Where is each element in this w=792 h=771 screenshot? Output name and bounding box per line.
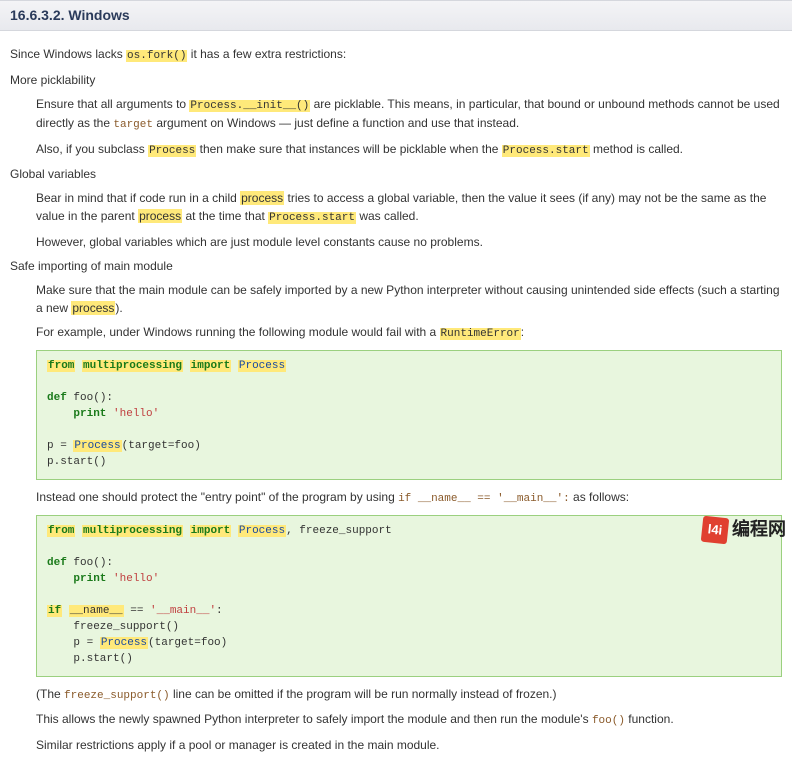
watermark-text: 编程网 bbox=[732, 516, 786, 543]
safe-p6: Similar restrictions apply if a pool or … bbox=[36, 736, 782, 754]
code-example-1: from multiprocessing import Process def … bbox=[36, 350, 782, 480]
code-process-init: Process.__init__() bbox=[189, 100, 310, 112]
code-process: Process bbox=[148, 145, 196, 157]
watermark: l4i 编程网 bbox=[702, 516, 786, 543]
code-runtimeerror: RuntimeError bbox=[440, 328, 521, 340]
intro-paragraph: Since Windows lacks os.fork() it has a f… bbox=[10, 45, 782, 65]
code-freeze-support: freeze_support() bbox=[64, 690, 170, 702]
code-os-fork: os.fork() bbox=[126, 50, 187, 62]
code-target: target bbox=[113, 119, 153, 131]
globals-p2: However, global variables which are just… bbox=[36, 233, 782, 251]
safe-p5: This allows the newly spawned Python int… bbox=[36, 710, 782, 730]
watermark-badge-icon: l4i bbox=[701, 515, 730, 544]
code-ifmain: if __name__ == '__main__': bbox=[398, 493, 570, 505]
picklability-p1: Ensure that all arguments to Process.__i… bbox=[36, 95, 782, 134]
code-process-start: Process.start bbox=[268, 212, 356, 224]
hl-process: process bbox=[138, 209, 182, 223]
hl-process: process bbox=[240, 191, 284, 205]
heading-picklability: More picklability bbox=[10, 71, 782, 89]
picklability-p2: Also, if you subclass Process then make … bbox=[36, 140, 782, 160]
doc-content: Since Windows lacks os.fork() it has a f… bbox=[0, 31, 792, 771]
heading-safe-import: Safe importing of main module bbox=[10, 257, 782, 275]
heading-globals: Global variables bbox=[10, 165, 782, 183]
section-title: 16.6.3.2. Windows bbox=[10, 5, 782, 26]
safe-p3: Instead one should protect the "entry po… bbox=[36, 488, 782, 508]
hl-process: process bbox=[71, 301, 115, 315]
code-example-2: from multiprocessing import Process, fre… bbox=[36, 515, 782, 676]
safe-p4: (The freeze_support() line can be omitte… bbox=[36, 685, 782, 705]
code-foo: foo() bbox=[592, 715, 625, 727]
safe-p2: For example, under Windows running the f… bbox=[36, 323, 782, 343]
globals-p1: Bear in mind that if code run in a child… bbox=[36, 189, 782, 227]
code-process-start: Process.start bbox=[502, 145, 590, 157]
section-header: 16.6.3.2. Windows bbox=[0, 0, 792, 31]
safe-p1: Make sure that the main module can be sa… bbox=[36, 281, 782, 317]
